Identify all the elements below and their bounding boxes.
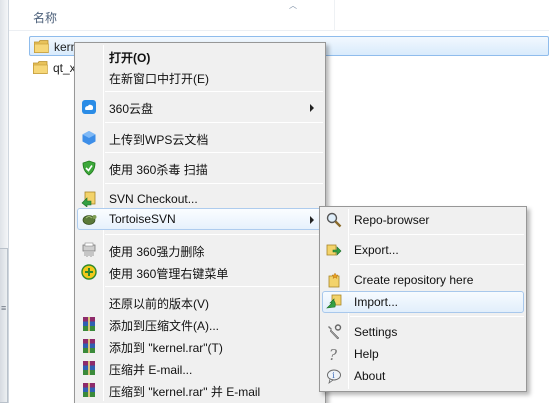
menu-item-wps-upload[interactable]: 上传到WPS云文档 bbox=[77, 127, 323, 149]
plus-circle-icon bbox=[81, 264, 97, 280]
scrollbar-thumb[interactable] bbox=[0, 248, 8, 403]
tortoise-icon bbox=[82, 215, 97, 225]
navigation-pane-scrollbar[interactable]: ≡ bbox=[0, 0, 9, 403]
create-repo-icon bbox=[328, 272, 340, 288]
repo-browser-icon bbox=[326, 212, 342, 228]
wps-cloud-icon bbox=[82, 131, 96, 145]
export-icon bbox=[326, 244, 342, 256]
menu-item-add-to-kernel-rar[interactable]: 添加到 "kernel.rar"(T) bbox=[77, 335, 323, 357]
shield-icon bbox=[82, 160, 96, 176]
menu-item-open[interactable]: 打开(O) bbox=[77, 45, 323, 67]
winrar-icon bbox=[83, 361, 95, 375]
submenu-item-create-repository[interactable]: Create repository here bbox=[322, 269, 524, 291]
context-menu: 打开(O) 在新窗口中打开(E) 360云盘 上传到WPS云文档 使用 360杀… bbox=[74, 42, 326, 403]
submenu-arrow-icon bbox=[310, 104, 314, 112]
submenu-item-help[interactable]: ? Help bbox=[322, 343, 524, 365]
about-icon: i bbox=[327, 369, 341, 384]
winrar-icon bbox=[83, 317, 95, 331]
cloud-icon bbox=[82, 100, 96, 114]
menu-item-restore-previous[interactable]: 还原以前的版本(V) bbox=[77, 291, 323, 313]
submenu-item-export[interactable]: Export... bbox=[322, 239, 524, 261]
column-divider[interactable] bbox=[334, 0, 335, 31]
sort-ascending-icon: ︿ bbox=[289, 1, 297, 10]
winrar-icon bbox=[83, 339, 95, 353]
menu-item-360-delete[interactable]: 使用 360强力删除 bbox=[77, 239, 323, 261]
file-name: qt_x bbox=[53, 61, 76, 75]
help-icon: ? bbox=[329, 346, 338, 362]
tortoisesvn-submenu: Repo-browser Export... Create repository… bbox=[319, 206, 527, 392]
svg-text:i: i bbox=[332, 371, 335, 380]
submenu-item-about[interactable]: i About bbox=[322, 365, 524, 387]
grip-icon: ≡ bbox=[1, 303, 7, 313]
import-icon bbox=[326, 294, 342, 309]
menu-item-tortoisesvn[interactable]: TortoiseSVN bbox=[77, 208, 323, 230]
submenu-item-repo-browser[interactable]: Repo-browser bbox=[322, 209, 524, 231]
column-header-bar: 名称 ︿ bbox=[9, 0, 549, 31]
svg-text:?: ? bbox=[329, 346, 338, 362]
menu-item-svn-checkout[interactable]: SVN Checkout... bbox=[77, 188, 323, 210]
menu-item-360-manage-menu[interactable]: 使用 360管理右键菜单 bbox=[77, 261, 323, 283]
menu-item-add-to-archive[interactable]: 添加到压缩文件(A)... bbox=[77, 313, 323, 335]
submenu-item-settings[interactable]: Settings bbox=[322, 321, 524, 343]
folder-icon bbox=[34, 40, 49, 53]
settings-icon bbox=[328, 324, 342, 340]
shredder-icon bbox=[82, 242, 96, 257]
svn-checkout-icon bbox=[81, 191, 96, 207]
folder-icon bbox=[33, 61, 48, 74]
menu-item-360-cloud[interactable]: 360云盘 bbox=[77, 96, 323, 118]
menu-item-open-new-window[interactable]: 在新窗口中打开(E) bbox=[77, 66, 323, 88]
column-header-name[interactable]: 名称 bbox=[33, 9, 57, 26]
winrar-icon bbox=[83, 383, 95, 397]
menu-item-360-scan[interactable]: 使用 360杀毒 扫描 bbox=[77, 157, 323, 179]
submenu-arrow-icon bbox=[310, 216, 314, 224]
submenu-item-import[interactable]: Import... bbox=[322, 291, 524, 313]
menu-item-compress-email[interactable]: 压缩并 E-mail... bbox=[77, 357, 323, 379]
menu-item-compress-kernel-rar-email[interactable]: 压缩到 "kernel.rar" 并 E-mail bbox=[77, 379, 323, 401]
